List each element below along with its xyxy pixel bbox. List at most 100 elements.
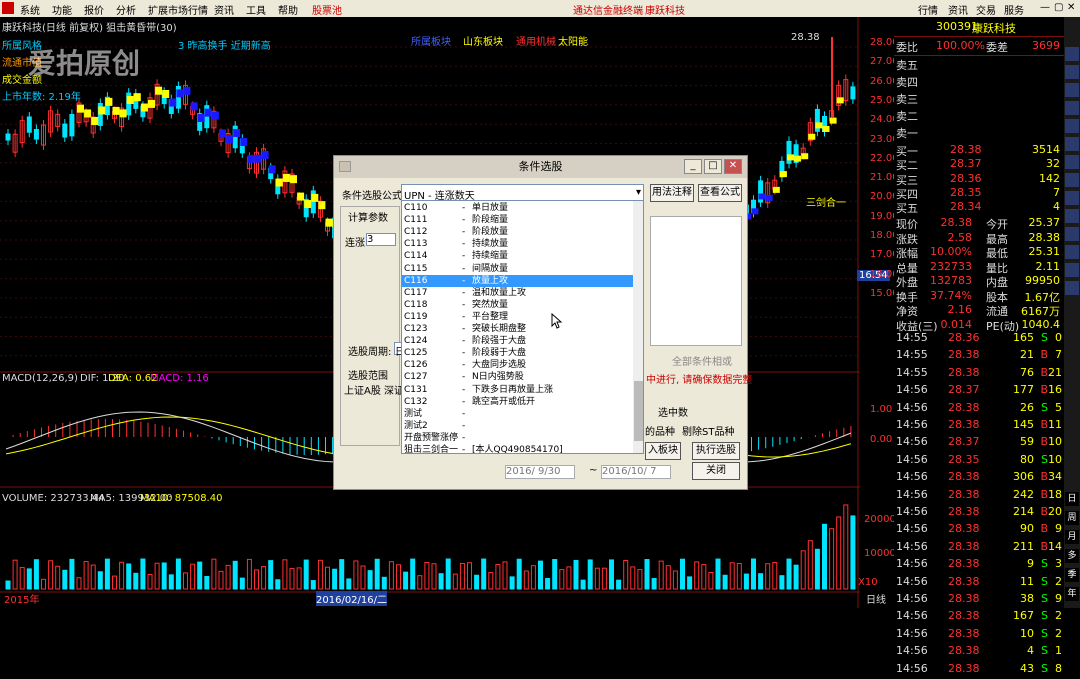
dialog-maximize-icon[interactable]: □	[704, 159, 722, 174]
psy-icon[interactable]	[1065, 281, 1079, 295]
param-input[interactable]: 3	[366, 233, 396, 246]
volume-bar	[722, 574, 728, 590]
formula-list-item[interactable]: C110- 单日放量	[402, 202, 633, 214]
formula-list-item[interactable]: C119- 平台整理	[402, 311, 633, 323]
dialog-app-icon	[339, 161, 351, 172]
formula-list[interactable]: 狙击三剑合一 - [本人QQ490854170] 开盘预警涨停 - 测试2- 测试 - C132…	[401, 200, 644, 454]
minimize-icon[interactable]: —	[1040, 2, 1050, 13]
formula-dropdown[interactable]: UPN - 连涨数天 ▾	[401, 184, 644, 202]
volume-bar	[743, 573, 749, 590]
list-scrollbar[interactable]	[633, 201, 643, 453]
quote-row: 14:56 28.38 242 B 18	[896, 487, 1062, 501]
formula-list-item[interactable]: C125- 阶段弱于大盘	[402, 347, 633, 359]
volume-bar	[438, 573, 444, 590]
scope-items[interactable]: 上证A股 深证	[344, 382, 404, 397]
period-2[interactable]: 月	[1065, 530, 1079, 544]
menu-help[interactable]: 帮助	[278, 2, 298, 17]
volume-ma10: MA10: 87508.40	[140, 493, 223, 504]
nav-trade[interactable]: 交易	[976, 2, 996, 17]
volume-bar	[850, 515, 856, 590]
dialog-close-icon[interactable]: ✕	[724, 159, 742, 174]
quote-row: 14:56 28.38 90 B 9	[896, 522, 1062, 536]
maximize-icon[interactable]: ▢	[1054, 2, 1063, 13]
formula-list-item[interactable]: 狙击三剑合一 - [本人QQ490854170]	[402, 444, 633, 453]
volume-bar	[303, 559, 309, 590]
menu-news[interactable]: 资讯	[214, 2, 234, 17]
formula-list-item[interactable]: C113- 持续放量	[402, 238, 633, 250]
kdj-icon[interactable]	[1065, 137, 1079, 151]
variety-checkbox-label[interactable]: 的品种	[645, 423, 675, 438]
formula-list-item[interactable]: C118- 突然放量	[402, 299, 633, 311]
trend-band	[318, 201, 326, 210]
menu-system[interactable]: 系统	[20, 2, 40, 17]
boll-icon[interactable]	[1065, 155, 1079, 169]
formula-list-item[interactable]: C116- 放量上攻	[402, 274, 633, 287]
menu-extended-market[interactable]: 扩展市场行情	[148, 2, 208, 17]
arbr-icon[interactable]	[1065, 263, 1079, 277]
roc-icon[interactable]	[1065, 245, 1079, 259]
menu-tools[interactable]: 工具	[246, 2, 266, 17]
formula-list-item[interactable]: C111- 阶段缩量	[402, 214, 633, 226]
right-toolbar: 日周月多季年	[1064, 17, 1080, 608]
formula-list-item[interactable]: C123- 突破长期盘整	[402, 323, 633, 335]
formula-list-item[interactable]: 测试2-	[402, 420, 633, 432]
close-icon[interactable]: ✕	[1067, 2, 1075, 13]
list-scroll-thumb[interactable]	[634, 381, 643, 441]
dialog-minimize-icon[interactable]: _	[684, 159, 702, 174]
formula-list-item[interactable]: C124- 阶段强于大盘	[402, 335, 633, 347]
wr-icon[interactable]	[1065, 173, 1079, 187]
nav-news[interactable]: 资讯	[948, 2, 968, 17]
view-formula-button[interactable]: 查看公式	[698, 184, 742, 202]
period-4[interactable]: 季	[1065, 568, 1079, 582]
menu-function[interactable]: 功能	[52, 2, 72, 17]
formula-list-item[interactable]: 开盘预警涨停 -	[402, 432, 633, 444]
volume-bar	[403, 571, 409, 590]
formula-list-item[interactable]: C115- 间隔放量	[402, 263, 633, 275]
close-button[interactable]: 关闭	[692, 462, 740, 480]
chart-icon[interactable]	[1065, 65, 1079, 79]
chevron-down-icon[interactable]: ▾	[636, 187, 641, 198]
formula-list-item[interactable]: C127- N日内强势股	[402, 371, 633, 383]
volume-bar	[310, 580, 316, 590]
all-conditions-or-radio[interactable]: 全部条件相或	[672, 353, 732, 368]
end-date-picker[interactable]: 2016/10/ 7	[601, 465, 671, 479]
formula-list-item[interactable]: C117- 温和放量上攻	[402, 287, 633, 299]
cci-icon[interactable]	[1065, 209, 1079, 223]
dmi-icon[interactable]	[1065, 191, 1079, 205]
start-date-picker[interactable]: 2016/ 9/30	[505, 465, 575, 479]
formula-list-item[interactable]: C114- 持续缩量	[402, 250, 633, 262]
add-to-sector-button[interactable]: 入板块	[645, 442, 681, 460]
period-label[interactable]: 日线	[866, 591, 886, 606]
quote-row: 委比 100.00% 委差 3699	[894, 39, 1064, 56]
formula-description-box	[650, 216, 742, 346]
menu-analysis[interactable]: 分析	[116, 2, 136, 17]
volume-bar	[5, 580, 11, 590]
trend-band	[311, 193, 319, 202]
candle-body	[33, 129, 39, 140]
quote-row: 14:56 28.38 43 S 8	[896, 661, 1062, 675]
formula-list-item[interactable]: 测试 -	[402, 408, 633, 420]
obv-icon[interactable]	[1065, 227, 1079, 241]
kline-icon[interactable]	[1065, 83, 1079, 97]
period-3[interactable]: 多	[1065, 549, 1079, 563]
macd-icon[interactable]	[1065, 119, 1079, 133]
formula-list-item[interactable]: C126- 大盘同步选股	[402, 359, 633, 371]
volume-bar	[339, 559, 345, 590]
quote-row: 14:56 28.38 167 S 2	[896, 609, 1062, 623]
formula-list-item[interactable]: C112- 阶段放量	[402, 226, 633, 238]
usage-note-button[interactable]: 用法注释	[650, 184, 694, 202]
formula-list-item[interactable]: C131- 下跌多日再放量上涨	[402, 384, 633, 396]
rsi-icon[interactable]	[1065, 47, 1079, 61]
nav-market[interactable]: 行情	[918, 2, 938, 17]
menu-quote[interactable]: 报价	[84, 2, 104, 17]
menu-stock-pool[interactable]: 股票池	[312, 2, 342, 17]
formula-list-item[interactable]: C132- 跳空高开或低开	[402, 396, 633, 408]
vol-icon[interactable]	[1065, 101, 1079, 115]
period-5[interactable]: 年	[1065, 587, 1079, 601]
period-0[interactable]: 日	[1065, 492, 1079, 506]
execute-select-button[interactable]: 执行选股	[692, 442, 740, 460]
period-1[interactable]: 周	[1065, 511, 1079, 525]
nav-service[interactable]: 服务	[1004, 2, 1024, 17]
exclude-st-checkbox[interactable]: 剔除ST品种	[682, 423, 734, 438]
app-title: 通达信金融终端	[573, 6, 643, 17]
